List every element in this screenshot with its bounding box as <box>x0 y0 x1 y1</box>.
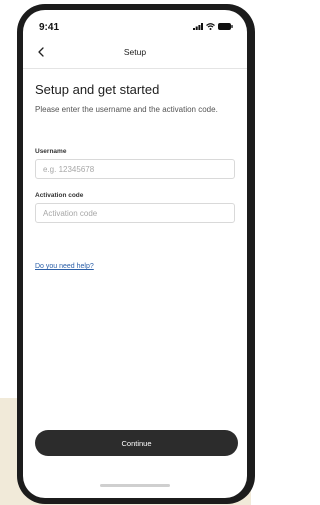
app-screen: 9:41 Setup Setup and get started Please … <box>23 10 247 498</box>
status-time: 9:41 <box>39 22 60 33</box>
nav-title: Setup <box>123 47 147 57</box>
home-indicator <box>100 484 170 487</box>
activation-code-label: Activation code <box>35 192 84 199</box>
status-bar: 9:41 <box>23 10 247 38</box>
status-icons <box>193 23 233 30</box>
username-label: Username <box>35 148 67 155</box>
page-description: Please enter the username and the activa… <box>35 105 218 114</box>
nav-bar: Setup <box>23 40 247 66</box>
page-title: Setup and get started <box>35 82 160 97</box>
help-link[interactable]: Do you need help? <box>35 263 94 270</box>
activation-code-input[interactable] <box>35 203 235 223</box>
wifi-icon <box>206 23 215 30</box>
signal-icon <box>193 23 203 30</box>
username-input[interactable] <box>35 159 235 179</box>
battery-icon <box>218 23 233 30</box>
nav-divider <box>23 68 247 69</box>
continue-button[interactable]: Continue <box>35 430 238 456</box>
